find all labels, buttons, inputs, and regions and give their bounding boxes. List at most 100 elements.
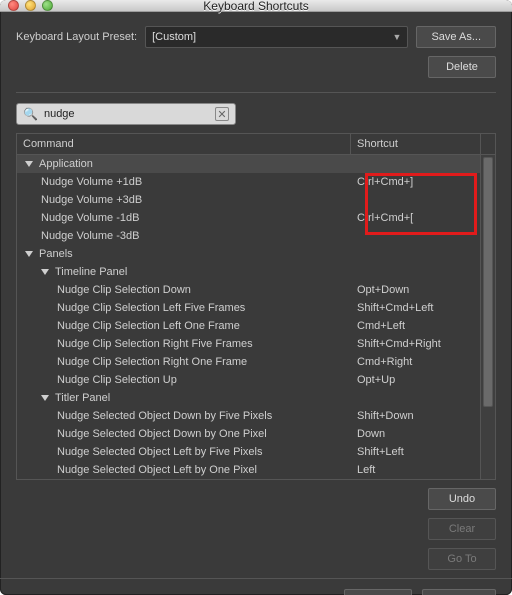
command-cell: Panels	[17, 248, 350, 260]
command-cell: Nudge Clip Selection Right Five Frames	[17, 338, 350, 350]
tree-group[interactable]: Titler Panel	[17, 389, 480, 407]
col-shortcut[interactable]: Shortcut	[350, 134, 480, 154]
command-cell: Nudge Selected Object Left by One Pixel	[17, 464, 350, 476]
titlebar[interactable]: Keyboard Shortcuts	[0, 0, 512, 12]
cancel-button[interactable]: Cancel	[344, 589, 412, 595]
preset-value: [Custom]	[152, 31, 196, 43]
command-cell: Nudge Volume -3dB	[17, 230, 350, 242]
table-row[interactable]: Nudge Selected Object Left by Five Pixel…	[17, 443, 480, 461]
window-title: Keyboard Shortcuts	[0, 0, 512, 13]
shortcut-cell[interactable]: Opt+Up	[350, 374, 480, 386]
command-cell: Nudge Selected Object Down by Five Pixel…	[17, 410, 350, 422]
shortcut-cell[interactable]: Shift+Left	[350, 446, 480, 458]
disclosure-triangle-icon[interactable]	[25, 161, 33, 167]
shortcut-cell[interactable]: Left	[350, 464, 480, 476]
minimize-icon[interactable]	[25, 0, 36, 11]
command-label: Nudge Volume -1dB	[41, 212, 139, 224]
command-label: Timeline Panel	[55, 266, 127, 278]
clear-search-icon[interactable]: ✕	[215, 107, 229, 121]
table-row[interactable]: Nudge Clip Selection Down Opt+Down	[17, 281, 480, 299]
tree-group[interactable]: Timeline Panel	[17, 263, 480, 281]
command-cell: Nudge Volume +3dB	[17, 194, 350, 206]
delete-button[interactable]: Delete	[428, 56, 496, 78]
tree-group[interactable]: Panels	[17, 245, 480, 263]
table-row[interactable]: Nudge Volume -3dB	[17, 227, 480, 245]
undo-button[interactable]: Undo	[428, 488, 496, 510]
command-cell: Nudge Clip Selection Left Five Frames	[17, 302, 350, 314]
table-row[interactable]: Nudge Volume +1dB Ctrl+Cmd+]	[17, 173, 480, 191]
table-row[interactable]: Nudge Clip Selection Right One Frame Cmd+…	[17, 353, 480, 371]
command-cell: Nudge Clip Selection Right One Frame	[17, 356, 350, 368]
command-label: Nudge Selected Object Down by Five Pixel…	[57, 410, 272, 422]
shortcut-cell[interactable]: Down	[350, 428, 480, 440]
command-cell: Nudge Volume -1dB	[17, 212, 350, 224]
disclosure-triangle-icon[interactable]	[41, 395, 49, 401]
table-row[interactable]: Nudge Selected Object Down by One PixelD…	[17, 425, 480, 443]
command-label: Nudge Selected Object Left by One Pixel	[57, 464, 257, 476]
command-label: Nudge Volume +3dB	[41, 194, 142, 206]
shortcut-cell[interactable]: Ctrl+Cmd+]	[350, 176, 480, 188]
command-label: Panels	[39, 248, 73, 260]
command-label: Nudge Clip Selection Right Five Frames	[57, 338, 253, 350]
preset-select[interactable]: [Custom] ▼	[145, 26, 408, 48]
divider	[16, 92, 496, 93]
table-body: ApplicationNudge Volume +1dBCtrl+Cmd+]Nu…	[17, 155, 495, 479]
delete-row: Delete	[16, 56, 496, 78]
table-row[interactable]: Nudge Selected Object Down by Five Pixel…	[17, 407, 480, 425]
command-cell: Titler Panel	[17, 392, 350, 404]
vertical-scrollbar[interactable]	[480, 155, 495, 479]
command-label: Titler Panel	[55, 392, 110, 404]
shortcut-cell[interactable]: Ctrl+Cmd+[	[350, 212, 480, 224]
table-row[interactable]: Nudge Clip Selection Right Five Frames Sh…	[17, 335, 480, 353]
command-cell: Nudge Selected Object Down by One Pixel	[17, 428, 350, 440]
shortcut-cell[interactable]: Cmd+Left	[350, 320, 480, 332]
table-header: Command Shortcut	[17, 134, 495, 155]
chevron-down-icon: ▼	[393, 32, 402, 42]
search-input[interactable]	[44, 108, 209, 120]
shortcuts-table: Command Shortcut Application Nudge Volume…	[16, 133, 496, 480]
shortcut-cell[interactable]: Cmd+Right	[350, 356, 480, 368]
command-cell: Application	[17, 158, 350, 170]
table-row[interactable]: Nudge Volume -1dB Ctrl+Cmd+[	[17, 209, 480, 227]
rows-container: ApplicationNudge Volume +1dBCtrl+Cmd+]Nu…	[17, 155, 480, 479]
command-label: Nudge Clip Selection Left One Frame	[57, 320, 240, 332]
command-label: Nudge Clip Selection Right One Frame	[57, 356, 247, 368]
command-label: Nudge Volume +1dB	[41, 176, 142, 188]
zoom-icon[interactable]	[42, 0, 53, 11]
shortcut-cell[interactable]: Opt+Down	[350, 284, 480, 296]
ok-button[interactable]: OK	[422, 589, 496, 595]
traffic-lights	[0, 0, 53, 11]
command-cell: Timeline Panel	[17, 266, 350, 278]
dialog-footer: Cancel OK	[0, 578, 512, 595]
scroll-corner	[480, 134, 495, 154]
command-cell: Nudge Volume +1dB	[17, 176, 350, 188]
command-label: Nudge Clip Selection Down	[57, 284, 191, 296]
disclosure-triangle-icon[interactable]	[25, 251, 33, 257]
command-label: Nudge Clip Selection Left Five Frames	[57, 302, 245, 314]
command-cell: Nudge Clip Selection Down	[17, 284, 350, 296]
command-cell: Nudge Clip Selection Up	[17, 374, 350, 386]
command-label: Nudge Selected Object Left by Five Pixel…	[57, 446, 262, 458]
table-row[interactable]: Nudge Clip Selection Left One Frame Cmd+L…	[17, 317, 480, 335]
shortcut-cell[interactable]: Shift+Cmd+Right	[350, 338, 480, 350]
table-row[interactable]: Nudge Clip Selection UpOpt+Up	[17, 371, 480, 389]
save-as-button[interactable]: Save As...	[416, 26, 496, 48]
disclosure-triangle-icon[interactable]	[41, 269, 49, 275]
edit-buttons: Undo Clear Go To	[16, 488, 496, 570]
preset-label: Keyboard Layout Preset:	[16, 31, 137, 43]
col-command[interactable]: Command	[17, 134, 350, 154]
command-label: Application	[39, 158, 93, 170]
goto-button: Go To	[428, 548, 496, 570]
close-icon[interactable]	[8, 0, 19, 11]
command-label: Nudge Volume -3dB	[41, 230, 139, 242]
table-row[interactable]: Nudge Volume +3dB	[17, 191, 480, 209]
preset-row: Keyboard Layout Preset: [Custom] ▼ Save …	[16, 26, 496, 48]
table-row[interactable]: Nudge Selected Object Left by One Pixel L…	[17, 461, 480, 479]
scroll-thumb[interactable]	[483, 157, 493, 407]
shortcut-cell[interactable]: Shift+Cmd+Left	[350, 302, 480, 314]
command-cell: Nudge Clip Selection Left One Frame	[17, 320, 350, 332]
search-field[interactable]: 🔍 ✕	[16, 103, 236, 125]
tree-group[interactable]: Application	[17, 155, 480, 173]
table-row[interactable]: Nudge Clip Selection Left Five Frames Shi…	[17, 299, 480, 317]
shortcut-cell[interactable]: Shift+Down	[350, 410, 480, 422]
